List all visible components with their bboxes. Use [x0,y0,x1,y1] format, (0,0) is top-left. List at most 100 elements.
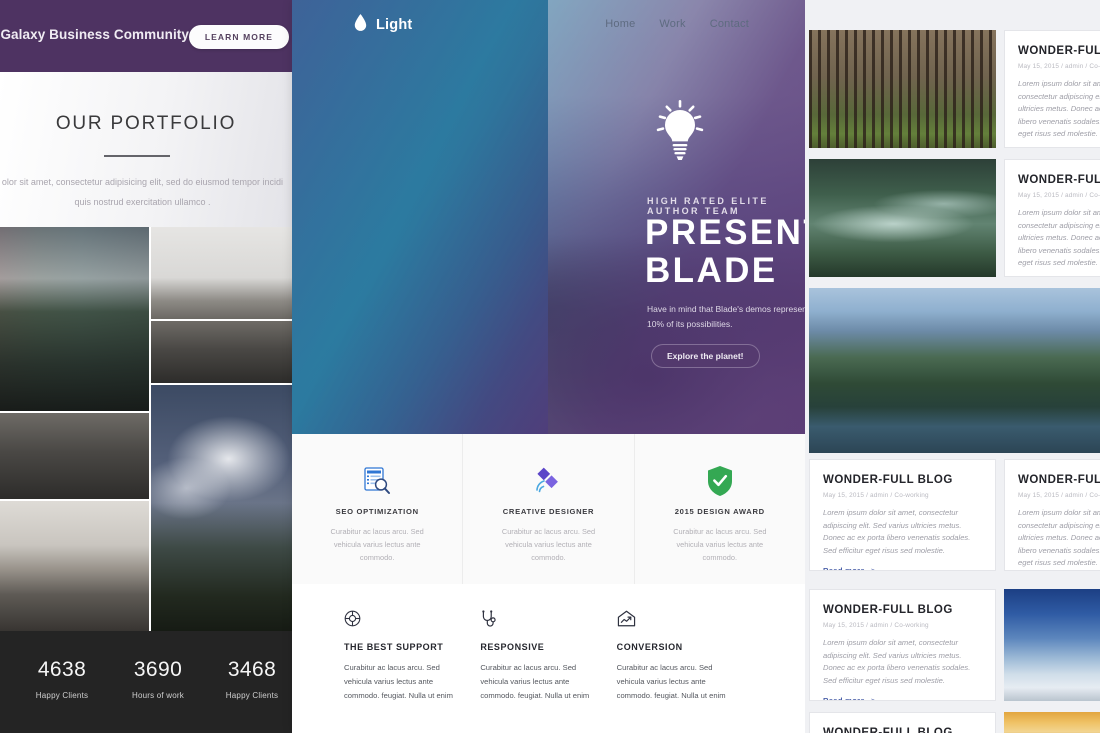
center-website-preview-panel: Light Home Work Contact HIGH RATED ELITE… [292,0,805,733]
site-logo[interactable]: Light [354,14,412,36]
water-drop-icon [354,14,367,36]
blog-meta: May 15, 2015 / admin / Co-working [1018,63,1100,70]
read-more-label: Read more [823,566,865,571]
blog-title: WONDER-FULL BLOG [1018,45,1100,57]
seo-document-search-icon [292,464,462,498]
nav-link-home[interactable]: Home [605,18,635,30]
nav-link-work[interactable]: Work [659,18,685,30]
learn-more-button[interactable]: LEARN MORE [188,25,289,49]
hero-section: Light Home Work Contact HIGH RATED ELITE… [292,0,805,434]
stat-item: 3690 Hours of work [110,658,206,700]
blog-excerpt: Lorem ipsum dolor sit amet, consectetur … [1018,508,1100,568]
blog-excerpt: Lorem ipsum dolor sit amet, consectetur … [823,638,971,685]
portfolio-divider [104,155,170,157]
blog-excerpt: Lorem ipsum dolor sit amet, consectetur … [1018,79,1100,139]
hero-headline-line2: BLADE [645,251,778,290]
feature-description: Curabitur ac lacus arcu. Sed vehicula va… [501,527,596,562]
bottom-feature-title: CONVERSION [616,642,683,652]
read-more-label: Read more [823,696,865,701]
feature-title: SEO OPTIMIZATION [335,507,419,516]
explore-the-planet-button[interactable]: Explore the planet! [651,344,760,368]
blog-card[interactable]: WONDER-FULL BLOG [809,712,996,733]
stethoscope-icon [480,610,604,634]
portfolio-image-grid [0,227,292,631]
features-strip: SEO OPTIMIZATION Curabitur ac lacus arcu… [292,434,805,584]
blog-meta: May 15, 2015 / admin / Co-working [823,492,929,499]
left-topbar-headline: f Galaxy Business Community [0,27,190,42]
stat-number: 3468 [227,658,277,681]
blog-card[interactable]: WONDER-FULL BLOG May 15, 2015 / admin / … [1004,159,1100,277]
blog-title: WONDER-FULL BLOG [1018,474,1100,486]
left-topbar: f Galaxy Business Community LEARN MORE [0,0,292,72]
blog-title: WONDER-FULL BLOG [823,604,953,616]
blog-title: WONDER-FULL BLOG [823,727,953,733]
feature-card-award: 2015 DESIGN AWARD Curabitur ac lacus arc… [635,434,805,584]
feature-title: 2015 DESIGN AWARD [674,507,765,516]
blog-meta: May 15, 2015 / admin / Co-working [823,622,929,629]
shield-check-icon [635,464,805,498]
feature-card-seo: SEO OPTIMIZATION Curabitur ac lacus arcu… [292,434,464,584]
blog-image-pine-forest[interactable] [809,30,996,148]
stat-item: 3468 Happy Clients [204,658,292,700]
portfolio-subtitle: olor sit amet, consectetur adipisicing e… [0,172,292,212]
site-logo-text: Light [376,17,413,33]
lightbulb-icon [647,100,713,169]
blog-title: WONDER-FULL BLOG [823,474,953,486]
hero-nav: Home Work Contact [605,18,749,30]
hero-headline-line1: PRESENTS [645,213,805,252]
creative-diamonds-icon [463,464,633,498]
portfolio-thumb-clouds[interactable] [151,385,292,631]
feature-description: Curabitur ac lacus arcu. Sed vehicula va… [673,527,767,562]
screenshot-stage: f Galaxy Business Community LEARN MORE O… [0,0,1100,733]
portfolio-thumb-dark-ridge[interactable] [151,321,292,383]
portfolio-thumb-haze[interactable] [151,227,292,319]
bottom-features-row: THE BEST SUPPORT Curabitur ac lacus arcu… [292,584,805,733]
bottom-feature-description: Curabitur ac lacus arcu. Sed vehicula va… [480,663,590,700]
feature-description: Curabitur ac lacus arcu. Sed vehicula va… [330,527,424,562]
portfolio-subtitle-line2: quis nostrud exercitation ullamco . [74,197,211,207]
portfolio-thumb-forest-mist[interactable] [0,227,149,411]
blog-image-snow-mountain[interactable] [1004,589,1100,701]
portfolio-title: OUR PORTFOLIO [55,113,237,134]
hero-description: Have in mind that Blade's demos represen… [647,304,805,329]
stat-label: Happy Clients [35,691,89,700]
bottom-feature-support: THE BEST SUPPORT Curabitur ac lacus arcu… [344,610,468,733]
blog-image-sunset[interactable] [1004,712,1100,733]
blog-card[interactable]: WONDER-FULL BLOG May 15, 2015 / admin / … [809,589,996,701]
stat-label: Happy Clients [225,691,279,700]
blog-excerpt: Lorem ipsum dolor sit amet, consectetur … [823,508,971,555]
blog-card[interactable]: WONDER-FULL BLOG May 15, 2015 / admin / … [1004,30,1100,148]
blog-meta: May 15, 2015 / admin / Co-working [1018,492,1100,499]
stat-label: Hours of work [132,691,184,700]
portfolio-thumb-valley[interactable] [0,413,149,499]
left-website-preview-panel: f Galaxy Business Community LEARN MORE O… [0,0,292,733]
chevron-right-icon: > [870,696,876,701]
chart-growth-icon [617,610,741,634]
blog-card[interactable]: WONDER-FULL BLOG May 15, 2015 / admin / … [809,459,996,571]
bottom-feature-title: THE BEST SUPPORT [344,642,444,652]
blog-meta: May 15, 2015 / admin / Co-working [1018,192,1100,199]
bottom-feature-conversion: CONVERSION Curabitur ac lacus arcu. Sed … [617,610,741,733]
blog-image-mossy-fog[interactable] [809,159,996,277]
stat-item: 4638 Happy Clients [14,658,110,700]
stat-number: 3690 [133,658,183,681]
read-more-link[interactable]: Read more > [823,566,982,571]
read-more-link[interactable]: Read more > [823,696,982,701]
feature-title: CREATIVE DESIGNER [502,507,595,516]
portfolio-subtitle-line1: olor sit amet, consectetur adipisicing e… [1,177,284,187]
chevron-right-icon: > [870,566,876,571]
blog-excerpt: Lorem ipsum dolor sit amet, consectetur … [1018,208,1100,268]
lifebuoy-icon [344,610,468,634]
feature-card-creative: CREATIVE DESIGNER Curabitur ac lacus arc… [463,434,635,584]
right-website-preview-panel: WONDER-FULL BLOG May 15, 2015 / admin / … [805,0,1100,733]
bottom-feature-responsive: RESPONSIVE Curabitur ac lacus arcu. Sed … [480,610,604,733]
stat-number: 4638 [37,658,87,681]
blog-card[interactable]: WONDER-FULL BLOG May 15, 2015 / admin / … [1004,459,1100,571]
bottom-feature-description: Curabitur ac lacus arcu. Sed vehicula va… [344,663,453,700]
bottom-feature-description: Curabitur ac lacus arcu. Sed vehicula va… [616,663,726,700]
portfolio-section-header: OUR PORTFOLIO olor sit amet, consectetur… [0,72,292,227]
bottom-feature-title: RESPONSIVE [480,642,545,652]
nav-link-contact[interactable]: Contact [710,18,749,30]
portfolio-thumb-city-skyline[interactable] [0,501,149,631]
blog-image-mountain-lake[interactable] [809,288,1100,453]
